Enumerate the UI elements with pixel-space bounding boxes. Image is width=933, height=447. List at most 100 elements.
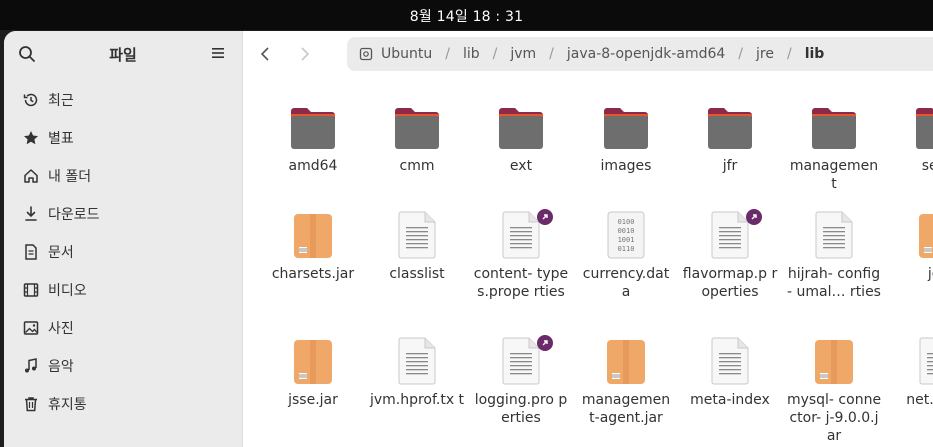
symlink-icon	[537, 209, 553, 225]
file-item[interactable]: net.pro e	[886, 333, 933, 409]
sidebar-item-label: 문서	[48, 245, 74, 261]
file-name: ext	[509, 158, 533, 174]
document-icon	[22, 243, 40, 261]
sidebar-item-videos[interactable]: 비디오	[4, 271, 242, 309]
file-item[interactable]: amd64	[261, 99, 365, 175]
file-item[interactable]: cmm	[365, 99, 469, 175]
file-item[interactable]: content- types.prope rties	[469, 207, 573, 301]
file-name: logging.pro perties	[474, 392, 568, 426]
folder-icon	[886, 99, 933, 151]
file-item[interactable]: managemen t-agent.jar	[574, 333, 678, 427]
text-file-icon	[469, 333, 573, 385]
sidebar-list: 최근 별표 내 폴더 다운로드 문서 비디오 사진 음악 휴지통	[4, 81, 242, 423]
sidebar-item-label: 사진	[48, 321, 74, 337]
file-name: currency.dat a	[582, 266, 670, 300]
file-item[interactable]: 0100 0010 1001 0110 currency.dat a	[574, 207, 678, 301]
text-file-icon	[886, 333, 933, 385]
sidebar-item-documents[interactable]: 문서	[4, 233, 242, 271]
file-item[interactable]: jsse.jar	[261, 333, 365, 409]
sidebar-item-home[interactable]: 내 폴더	[4, 157, 242, 195]
file-item[interactable]: flavormap.p roperties	[678, 207, 782, 301]
folder-icon	[574, 99, 678, 151]
folder-icon	[469, 99, 573, 151]
binary-file-icon: 0100 0010 1001 0110	[574, 207, 678, 259]
sidebar-item-downloads[interactable]: 다운로드	[4, 195, 242, 233]
svg-text:0010: 0010	[618, 227, 635, 235]
file-item[interactable]: classlist	[365, 207, 469, 283]
sidebar-item-label: 휴지통	[48, 397, 87, 413]
music-icon	[22, 357, 40, 375]
symlink-icon	[537, 335, 553, 351]
folder-icon	[678, 99, 782, 151]
file-grid: amd64 cmm ext images jfr managemen t secu chars…	[243, 31, 933, 447]
archive-icon	[574, 333, 678, 385]
archive-icon	[261, 333, 365, 385]
picture-icon	[22, 319, 40, 337]
top-bar: 8월 14일 18 : 31	[0, 0, 933, 30]
text-file-icon	[782, 207, 886, 259]
sidebar-item-label: 별표	[48, 131, 74, 147]
archive-icon	[782, 333, 886, 385]
file-item[interactable]: mysql- connector- j-9.0.0.jar	[782, 333, 886, 445]
file-name: flavormap.p roperties	[682, 266, 778, 300]
star-icon	[22, 129, 40, 147]
sidebar-item-trash[interactable]: 휴지통	[4, 385, 242, 423]
file-name: managemen t-agent.jar	[581, 392, 671, 426]
file-item[interactable]: jfr	[678, 99, 782, 175]
app-title: 파일	[109, 46, 137, 64]
file-name: jvm.hprof.tx t	[369, 392, 465, 408]
trash-icon	[22, 395, 40, 413]
sidebar-item-recent[interactable]: 최근	[4, 81, 242, 119]
file-manager-window: 파일 최근 별표 내 폴더 다운로드 문서 비디오 사진 음악 휴지통 Ubun…	[4, 31, 933, 447]
file-name: managemen t	[789, 158, 879, 192]
file-name: meta-index	[690, 392, 770, 408]
sidebar-header: 파일	[4, 31, 242, 77]
svg-text:0100: 0100	[618, 218, 635, 226]
home-icon	[22, 167, 40, 185]
sidebar-item-pictures[interactable]: 사진	[4, 309, 242, 347]
file-item[interactable]: managemen t	[782, 99, 886, 193]
file-item[interactable]: meta-index	[678, 333, 782, 409]
file-item[interactable]: charsets.jar	[261, 207, 365, 283]
file-item[interactable]: hijrah- config- umal… rties	[782, 207, 886, 301]
file-name: cmm	[399, 158, 435, 174]
file-item[interactable]: secu	[886, 99, 933, 175]
folder-icon	[782, 99, 886, 151]
download-icon	[22, 205, 40, 223]
text-file-icon	[678, 207, 782, 259]
sidebar-item-starred[interactable]: 별표	[4, 119, 242, 157]
file-name: images	[600, 158, 652, 174]
file-item[interactable]: ext	[469, 99, 573, 175]
file-item[interactable]: jce	[886, 207, 933, 283]
sidebar-item-label: 비디오	[48, 283, 87, 299]
file-name: classlist	[389, 266, 445, 282]
text-file-icon	[365, 207, 469, 259]
clock[interactable]: 8월 14일 18 : 31	[0, 6, 933, 26]
folder-icon	[261, 99, 365, 151]
file-name: jce	[927, 266, 933, 282]
svg-text:0110: 0110	[618, 245, 635, 253]
file-name: secu	[921, 158, 933, 174]
file-name: jsse.jar	[288, 392, 338, 408]
file-name: net.pro e	[906, 392, 933, 408]
sidebar-item-label: 최근	[48, 93, 74, 109]
text-file-icon	[469, 207, 573, 259]
file-name: mysql- connector- j-9.0.0.jar	[786, 392, 882, 444]
svg-text:1001: 1001	[618, 236, 635, 244]
file-name: charsets.jar	[271, 266, 355, 282]
video-icon	[22, 281, 40, 299]
file-item[interactable]: jvm.hprof.tx t	[365, 333, 469, 409]
file-name: amd64	[288, 158, 338, 174]
text-file-icon	[365, 333, 469, 385]
sidebar-item-label: 음악	[48, 359, 74, 375]
main-view: Ubuntu / lib / jvm / java-8-openjdk-amd6…	[243, 31, 933, 447]
file-item[interactable]: logging.pro perties	[469, 333, 573, 427]
sidebar-item-label: 내 폴더	[48, 169, 92, 185]
file-name: hijrah- config- umal… rties	[787, 266, 881, 300]
text-file-icon	[678, 333, 782, 385]
sidebar: 파일 최근 별표 내 폴더 다운로드 문서 비디오 사진 음악 휴지통	[4, 31, 243, 447]
menu-icon[interactable]	[210, 46, 226, 60]
sidebar-item-music[interactable]: 음악	[4, 347, 242, 385]
file-item[interactable]: images	[574, 99, 678, 175]
file-name: jfr	[722, 158, 738, 174]
